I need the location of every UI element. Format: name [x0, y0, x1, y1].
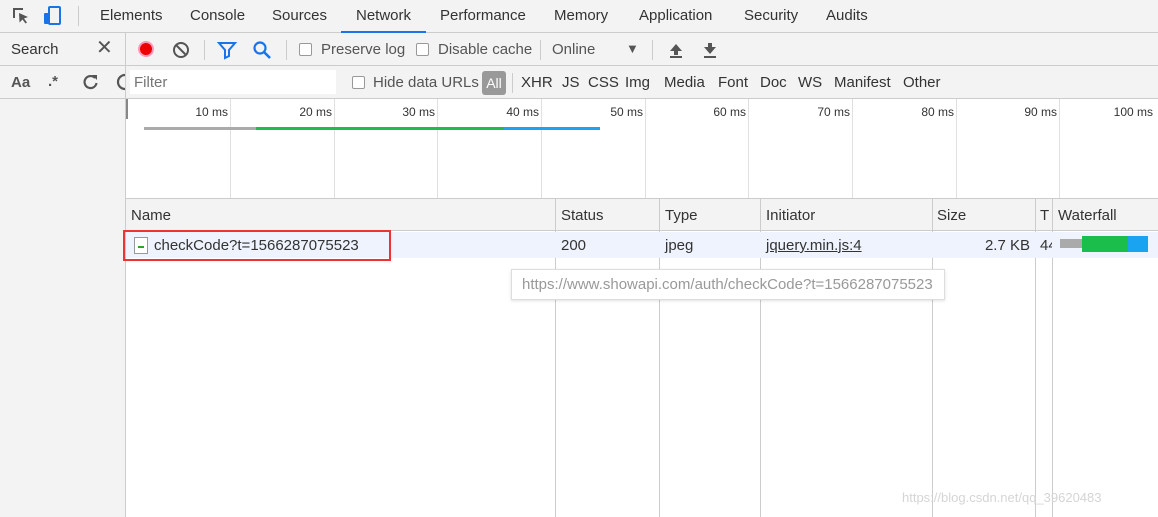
close-icon[interactable]: ✕ [96, 38, 113, 58]
toolbar-divider [512, 73, 513, 93]
request-time: 44 [1040, 237, 1052, 254]
tab-application[interactable]: Application [639, 0, 712, 32]
highlight-annotation-box [123, 230, 391, 261]
disable-cache-checkbox[interactable] [416, 43, 429, 56]
hide-data-urls-label: Hide data URLs [373, 74, 479, 91]
filter-type-font[interactable]: Font [718, 74, 748, 91]
search-panel: Search ✕ Aa .* [0, 33, 126, 517]
hide-data-urls-checkbox[interactable] [352, 76, 365, 89]
filter-type-js[interactable]: JS [562, 74, 580, 91]
overview-stalled-bar [144, 127, 256, 130]
inspect-element-icon[interactable] [10, 5, 32, 27]
filter-type-manifest[interactable]: Manifest [834, 74, 891, 91]
column-header-status[interactable]: Status [561, 207, 604, 224]
waterfall-stalled-segment [1060, 239, 1082, 248]
devtools-tab-bar: Elements Console Sources Network Perform… [0, 0, 1158, 33]
filter-type-all[interactable]: All [482, 71, 506, 95]
request-initiator-link[interactable]: jquery.min.js:4 [766, 237, 862, 254]
clear-icon[interactable] [171, 40, 191, 60]
throttling-select[interactable]: Online [552, 41, 595, 58]
overview-grid-line [541, 99, 542, 198]
overview-tick-label: 40 ms [506, 105, 539, 119]
overview-waiting-bar [256, 127, 504, 130]
overview-grid-line [852, 99, 853, 198]
overview-tick-label: 70 ms [817, 105, 850, 119]
filter-type-media[interactable]: Media [664, 74, 705, 91]
overview-download-bar [504, 127, 600, 130]
watermark: https://blog.csdn.net/qq_39620483 [902, 490, 1102, 505]
request-type: jpeg [665, 237, 694, 254]
column-header-time[interactable]: T [1040, 207, 1049, 224]
record-button[interactable] [138, 41, 154, 57]
overview-grid-line [334, 99, 335, 198]
column-header-size[interactable]: Size [937, 207, 966, 224]
chevron-down-icon[interactable]: ▼ [626, 41, 639, 56]
toolbar-divider [78, 6, 79, 26]
filter-type-ws[interactable]: WS [798, 74, 822, 91]
waterfall-waiting-segment [1082, 236, 1128, 252]
overview-grid-line [748, 99, 749, 198]
overview-tick-label: 50 ms [610, 105, 643, 119]
request-status: 200 [561, 237, 587, 254]
request-url-tooltip: https://www.showapi.com/auth/checkCode?t… [511, 269, 945, 300]
tab-sources[interactable]: Sources [272, 0, 327, 32]
filter-type-other[interactable]: Other [903, 74, 941, 91]
toolbar-divider [286, 40, 287, 60]
filter-input[interactable] [130, 70, 336, 94]
filter-type-css[interactable]: CSS [588, 74, 619, 91]
overview-tick-label: 100 ms [1113, 105, 1153, 119]
overview-tick-label: 90 ms [1024, 105, 1057, 119]
table-header: Name Status Type Initiator Size T Waterf… [126, 199, 1158, 231]
tab-console[interactable]: Console [190, 0, 245, 32]
clear-search-icon[interactable] [116, 72, 126, 92]
import-har-icon[interactable] [666, 40, 686, 60]
column-header-type[interactable]: Type [665, 207, 698, 224]
column-header-initiator[interactable]: Initiator [766, 207, 815, 224]
export-har-icon[interactable] [700, 40, 720, 60]
overview-tick-label: 30 ms [402, 105, 435, 119]
tab-performance[interactable]: Performance [440, 0, 526, 32]
network-toolbar: Preserve log Disable cache Online ▼ [126, 33, 1158, 66]
preserve-log-label: Preserve log [321, 41, 406, 58]
filter-bar: Hide data URLs All XHR JS CSS Img Media … [126, 66, 1158, 99]
overview-tick-label: 10 ms [195, 105, 228, 119]
requests-table: Name Status Type Initiator Size T Waterf… [123, 199, 1158, 517]
match-case-toggle[interactable]: Aa [11, 74, 30, 91]
overview-grid-line [230, 99, 231, 198]
preserve-log-checkbox[interactable] [299, 43, 312, 56]
overview-grid-line [1059, 99, 1060, 198]
column-header-waterfall[interactable]: Waterfall [1058, 207, 1117, 224]
request-size: 2.7 KB [984, 237, 1030, 254]
overview-grid-line [956, 99, 957, 198]
column-header-name[interactable]: Name [131, 207, 171, 224]
tab-elements[interactable]: Elements [100, 0, 163, 32]
overview-start-marker [126, 99, 128, 119]
regex-toggle[interactable]: .* [48, 73, 58, 90]
filter-type-xhr[interactable]: XHR [521, 74, 553, 91]
toolbar-divider [204, 40, 205, 60]
filter-type-img[interactable]: Img [625, 74, 650, 91]
timeline-overview[interactable]: 10 ms 20 ms 30 ms 40 ms 50 ms 60 ms 70 m… [126, 99, 1158, 199]
overview-tick-label: 20 ms [299, 105, 332, 119]
tab-memory[interactable]: Memory [554, 0, 608, 32]
tab-security[interactable]: Security [744, 0, 798, 32]
search-icon[interactable] [252, 40, 272, 60]
overview-tick-label: 60 ms [713, 105, 746, 119]
tab-audits[interactable]: Audits [826, 0, 868, 32]
search-options: Aa .* [0, 66, 126, 99]
toolbar-divider [652, 40, 653, 60]
toolbar-divider [540, 40, 541, 60]
overview-grid-line [645, 99, 646, 198]
refresh-icon[interactable] [80, 72, 100, 92]
waterfall-download-segment [1128, 236, 1148, 252]
filter-icon[interactable] [217, 40, 237, 60]
overview-grid-line [437, 99, 438, 198]
search-panel-title: Search [11, 41, 59, 58]
device-toolbar-icon[interactable] [42, 5, 64, 27]
filter-type-doc[interactable]: Doc [760, 74, 787, 91]
overview-tick-label: 80 ms [921, 105, 954, 119]
search-panel-header: Search ✕ [0, 33, 125, 66]
tab-network[interactable]: Network [341, 0, 426, 33]
disable-cache-label: Disable cache [438, 41, 533, 58]
